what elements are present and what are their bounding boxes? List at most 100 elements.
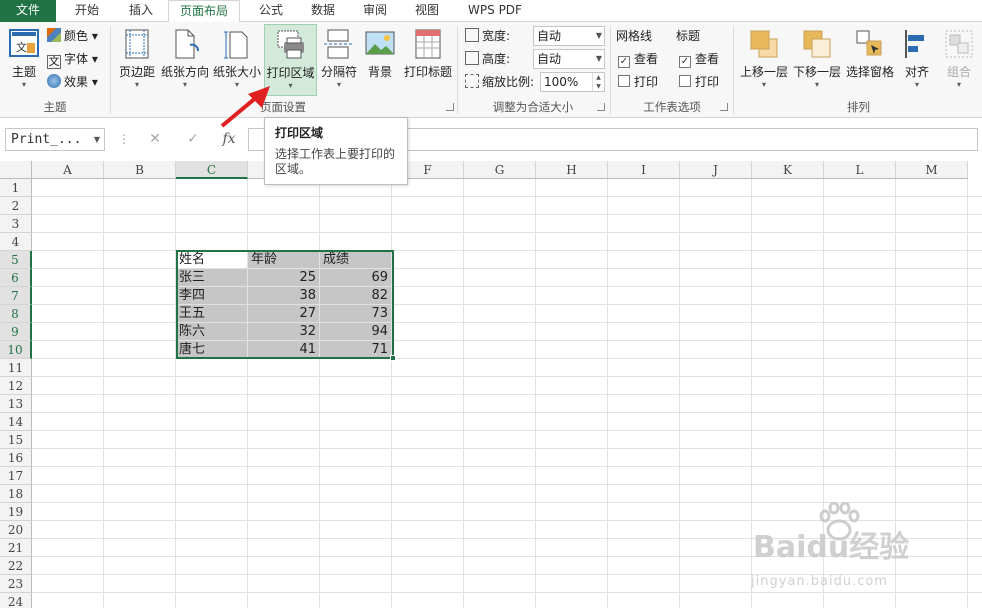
tab-wps-pdf[interactable]: WPS PDF <box>458 0 532 22</box>
row-header-10[interactable]: 10 <box>0 341 32 359</box>
tab-view[interactable]: 视图 <box>402 0 452 22</box>
table-cell[interactable]: 唐七 <box>176 341 247 358</box>
table-cell[interactable]: 李四 <box>176 287 247 304</box>
table-header-cell[interactable]: 成绩 <box>320 251 391 268</box>
name-box[interactable]: Print_... ▼ <box>5 128 105 151</box>
table-cell[interactable]: 71 <box>320 341 391 358</box>
row-header-6[interactable]: 6 <box>0 269 32 287</box>
tab-data[interactable]: 数据 <box>298 0 348 22</box>
scale-spinner[interactable]: 100% ▲ ▼ <box>540 72 605 92</box>
table-header-cell[interactable]: 姓名 <box>176 251 247 268</box>
row-header-3[interactable]: 3 <box>0 215 32 233</box>
table-cell[interactable]: 82 <box>320 287 391 304</box>
select-all-corner[interactable] <box>0 161 32 179</box>
print-titles-button[interactable]: 打印标题 <box>401 24 455 96</box>
row-header-17[interactable]: 17 <box>0 467 32 485</box>
row-header-1[interactable]: 1 <box>0 179 32 197</box>
column-header-g[interactable]: G <box>464 161 536 179</box>
row-header-16[interactable]: 16 <box>0 449 32 467</box>
orientation-button[interactable]: 纸张方向 ▾ <box>160 24 210 96</box>
spinner-arrows-icon[interactable]: ▲ ▼ <box>592 73 604 91</box>
table-cell[interactable]: 25 <box>248 269 319 286</box>
table-cell[interactable]: 张三 <box>176 269 247 286</box>
fill-handle[interactable] <box>390 355 396 361</box>
row-header-19[interactable]: 19 <box>0 503 32 521</box>
row-header-13[interactable]: 13 <box>0 395 32 413</box>
table-cell[interactable]: 38 <box>248 287 319 304</box>
tab-insert[interactable]: 插入 <box>116 0 166 22</box>
scale-icon <box>465 74 479 88</box>
column-header-m[interactable]: M <box>896 161 968 179</box>
selection-pane-button[interactable]: 选择窗格 <box>843 24 897 96</box>
tab-review[interactable]: 审阅 <box>350 0 400 22</box>
height-dropdown[interactable]: 自动 ▼ <box>533 49 605 69</box>
column-header-h[interactable]: H <box>536 161 608 179</box>
bring-forward-button[interactable]: 上移一层 ▾ <box>738 24 790 96</box>
table-cell[interactable]: 王五 <box>176 305 247 322</box>
table-cell[interactable]: 69 <box>320 269 391 286</box>
column-header-c[interactable]: C <box>176 161 248 179</box>
column-header-k[interactable]: K <box>752 161 824 179</box>
headings-print-checkbox[interactable]: 打印 <box>679 72 719 92</box>
row-header-12[interactable]: 12 <box>0 377 32 395</box>
background-button[interactable]: 背景 <box>362 24 398 96</box>
themes-button[interactable]: 文 主题 ▾ <box>4 24 44 96</box>
theme-effects-button[interactable]: 效果 ▾ <box>47 72 98 92</box>
breaks-button[interactable]: 分隔符 ▾ <box>319 24 359 96</box>
align-button[interactable]: 对齐 ▾ <box>900 24 934 96</box>
tab-home[interactable]: 开始 <box>62 0 112 22</box>
page-setup-dialog-launcher[interactable] <box>446 103 454 111</box>
table-cell[interactable]: 32 <box>248 323 319 340</box>
margins-button[interactable]: 页边距 ▾ <box>116 24 158 96</box>
row-header-20[interactable]: 20 <box>0 521 32 539</box>
table-cell[interactable]: 41 <box>248 341 319 358</box>
theme-colors-button[interactable]: 颜色 ▾ <box>47 26 98 46</box>
row-header-21[interactable]: 21 <box>0 539 32 557</box>
confirm-entry-button[interactable]: ✓ <box>178 128 208 151</box>
row-header-4[interactable]: 4 <box>0 233 32 251</box>
row-header-15[interactable]: 15 <box>0 431 32 449</box>
insert-function-button[interactable]: fx <box>214 128 244 151</box>
grid-row-line <box>32 232 982 233</box>
row-header-7[interactable]: 7 <box>0 287 32 305</box>
row-header-8[interactable]: 8 <box>0 305 32 323</box>
table-header-cell[interactable]: 年龄 <box>248 251 319 268</box>
gridlines-print-checkbox[interactable]: 打印 <box>618 72 658 92</box>
orientation-icon <box>175 29 199 59</box>
row-header-11[interactable]: 11 <box>0 359 32 377</box>
table-cell[interactable]: 94 <box>320 323 391 340</box>
row-header-2[interactable]: 2 <box>0 197 32 215</box>
row-header-24[interactable]: 24 <box>0 593 32 608</box>
column-header-j[interactable]: J <box>680 161 752 179</box>
headings-view-checkbox[interactable]: ✓ 查看 <box>679 49 719 69</box>
tab-file[interactable]: 文件 <box>0 0 56 22</box>
table-cell[interactable]: 27 <box>248 305 319 322</box>
tab-formulas[interactable]: 公式 <box>246 0 296 22</box>
theme-fonts-button[interactable]: 文字体 ▾ <box>47 49 98 69</box>
row-header-18[interactable]: 18 <box>0 485 32 503</box>
row-header-14[interactable]: 14 <box>0 413 32 431</box>
table-cell[interactable]: 陈六 <box>176 323 247 340</box>
group-button[interactable]: 组合 ▾ <box>940 24 978 96</box>
tab-page-layout[interactable]: 页面布局 <box>168 0 240 23</box>
send-backward-button[interactable]: 下移一层 ▾ <box>791 24 843 96</box>
send-backward-label: 下移一层 <box>792 65 841 79</box>
grid-row-line <box>32 394 982 395</box>
drag-handle-icon[interactable]: ⋮ <box>118 132 130 146</box>
row-header-5[interactable]: 5 <box>0 251 32 269</box>
width-dropdown[interactable]: 自动 ▼ <box>533 26 605 46</box>
scale-value: 100% <box>544 75 579 89</box>
row-header-9[interactable]: 9 <box>0 323 32 341</box>
cancel-entry-button[interactable]: ✕ <box>140 128 170 151</box>
column-header-b[interactable]: B <box>104 161 176 179</box>
table-cell[interactable]: 73 <box>320 305 391 322</box>
grid-row-line <box>32 376 982 377</box>
row-header-22[interactable]: 22 <box>0 557 32 575</box>
column-header-l[interactable]: L <box>824 161 896 179</box>
gridlines-view-checkbox[interactable]: ✓ 查看 <box>618 49 658 69</box>
row-header-23[interactable]: 23 <box>0 575 32 593</box>
column-header-a[interactable]: A <box>32 161 104 179</box>
sheet-options-dialog-launcher[interactable] <box>720 103 728 111</box>
scale-dialog-launcher[interactable] <box>597 103 605 111</box>
column-header-i[interactable]: I <box>608 161 680 179</box>
